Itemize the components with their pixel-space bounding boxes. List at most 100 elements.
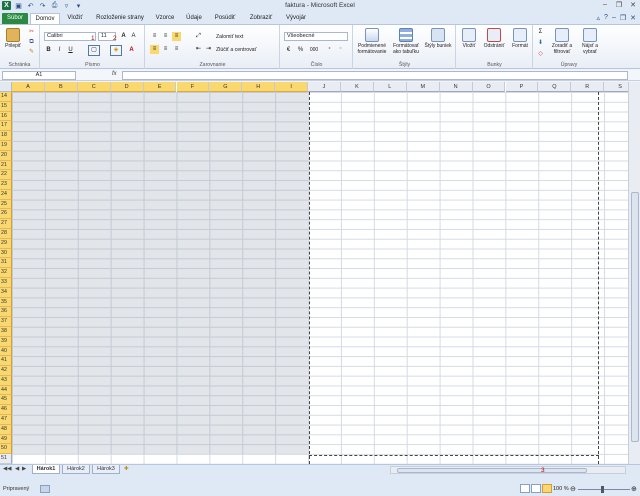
macro-record-icon[interactable] xyxy=(40,485,50,493)
sort-filter-button[interactable]: Zoradiť a filtrovať xyxy=(548,28,576,55)
row-header[interactable]: 28 xyxy=(0,229,12,239)
decrease-decimal-icon[interactable]: ⁻ xyxy=(336,46,345,55)
column-header[interactable]: L xyxy=(373,82,407,92)
column-header[interactable]: I xyxy=(275,82,309,92)
column-header[interactable]: N xyxy=(439,82,473,92)
row-header[interactable]: 39 xyxy=(0,336,12,347)
row-header[interactable]: 38 xyxy=(0,326,12,337)
row-header[interactable]: 37 xyxy=(0,317,12,327)
align-left-icon[interactable]: ≡ xyxy=(150,45,159,54)
next-sheet-icon[interactable]: ▶ xyxy=(22,466,26,472)
row-header[interactable]: 17 xyxy=(0,121,12,132)
row-header[interactable]: 18 xyxy=(0,131,12,141)
maximize-icon[interactable]: ❐ xyxy=(614,1,624,10)
horizontal-scroll-thumb[interactable] xyxy=(397,468,587,473)
sheet-tab[interactable]: Hárok2 xyxy=(62,465,90,474)
copy-icon[interactable]: ⧉ xyxy=(27,38,36,47)
column-header[interactable]: P xyxy=(505,82,539,92)
increase-decimal-icon[interactable]: ⁺ xyxy=(325,46,334,55)
column-header[interactable]: A xyxy=(12,82,45,92)
vertical-scroll-thumb[interactable] xyxy=(631,192,639,442)
help-icon[interactable]: ? xyxy=(604,14,608,22)
row-header[interactable]: 32 xyxy=(0,268,12,278)
row-header[interactable]: 30 xyxy=(0,248,12,259)
zoom-level[interactable]: 100 % xyxy=(553,486,569,492)
zoom-out-icon[interactable]: ⊖ xyxy=(570,485,576,493)
row-header[interactable]: 34 xyxy=(0,287,12,298)
row-header[interactable]: 49 xyxy=(0,434,12,445)
row-header[interactable]: 25 xyxy=(0,199,12,210)
tab-data[interactable]: Údaje xyxy=(182,13,206,24)
align-top-icon[interactable]: ≡ xyxy=(150,32,159,41)
row-header[interactable]: 45 xyxy=(0,395,12,406)
window-restore-icon[interactable]: ❐ xyxy=(620,14,626,22)
column-header[interactable]: C xyxy=(77,82,111,92)
zoom-slider-thumb[interactable] xyxy=(601,486,604,493)
align-center-icon[interactable]: ≡ xyxy=(161,45,170,54)
find-select-button[interactable]: Nájsť a vybrať xyxy=(577,28,603,55)
select-all-button[interactable] xyxy=(0,82,12,92)
row-header[interactable]: 35 xyxy=(0,297,12,308)
currency-icon[interactable]: € xyxy=(284,46,293,55)
format-cells-button[interactable]: Formát xyxy=(509,28,531,49)
row-header[interactable]: 36 xyxy=(0,307,12,318)
row-header[interactable]: 19 xyxy=(0,140,12,151)
row-header[interactable]: 42 xyxy=(0,366,12,376)
first-sheet-icon[interactable]: ◀◀ xyxy=(3,466,11,472)
close-icon[interactable]: ✕ xyxy=(628,1,638,10)
column-header[interactable]: Q xyxy=(538,82,572,92)
minimize-icon[interactable]: – xyxy=(600,1,610,10)
column-header[interactable]: B xyxy=(44,82,78,92)
row-header[interactable]: 24 xyxy=(0,189,12,200)
conditional-formatting-button[interactable]: Podmienené formátovanie xyxy=(356,28,388,55)
column-header[interactable]: F xyxy=(176,82,210,92)
row-header[interactable]: 14 xyxy=(0,92,12,102)
fill-color-icon[interactable]: ◈ xyxy=(110,45,122,56)
row-header[interactable]: 22 xyxy=(0,170,12,181)
autosum-icon[interactable]: Σ xyxy=(536,28,545,37)
row-header[interactable]: 16 xyxy=(0,111,12,122)
tab-insert[interactable]: Vložiť xyxy=(63,13,87,24)
column-header[interactable]: R xyxy=(571,82,605,92)
cell-styles-button[interactable]: Štýly buniek xyxy=(424,28,452,49)
column-header[interactable]: M xyxy=(406,82,440,92)
column-header[interactable]: H xyxy=(242,82,276,92)
tab-view[interactable]: Zobraziť xyxy=(244,13,278,24)
percent-button[interactable]: % xyxy=(296,46,305,55)
decrease-indent-icon[interactable]: ⇤ xyxy=(194,45,203,54)
tab-home[interactable]: Domov xyxy=(30,13,60,24)
tab-review[interactable]: Posúdiť xyxy=(210,13,240,24)
font-name-select[interactable]: Calibri xyxy=(44,32,96,41)
row-header[interactable]: 47 xyxy=(0,415,12,425)
format-painter-icon[interactable]: ✎ xyxy=(27,48,36,57)
vertical-scrollbar[interactable] xyxy=(628,82,640,464)
italic-button[interactable]: I xyxy=(55,46,64,55)
name-box[interactable]: A1 xyxy=(2,71,76,80)
delete-cells-button[interactable]: Odstrániť xyxy=(481,28,507,49)
comma-style-button[interactable]: 000 xyxy=(307,46,321,55)
insert-function-button[interactable]: fx xyxy=(112,71,117,77)
insert-cells-button[interactable]: Vložiť xyxy=(459,28,479,49)
grow-font-icon[interactable]: A xyxy=(119,32,128,41)
align-middle-icon[interactable]: ≡ xyxy=(161,32,170,41)
increase-indent-icon[interactable]: ⇥ xyxy=(204,45,213,54)
normal-view-icon[interactable] xyxy=(520,484,530,493)
shrink-font-icon[interactable]: A xyxy=(129,32,138,41)
horizontal-scrollbar[interactable] xyxy=(390,466,626,474)
row-header[interactable]: 27 xyxy=(0,219,12,230)
column-header[interactable]: D xyxy=(110,82,144,92)
tab-developer[interactable]: Vývojár xyxy=(282,13,310,24)
font-color-icon[interactable]: A xyxy=(127,46,136,55)
zoom-slider[interactable] xyxy=(578,489,630,490)
row-header[interactable]: 43 xyxy=(0,375,12,386)
prev-sheet-icon[interactable]: ◀ xyxy=(15,466,19,472)
row-header[interactable]: 15 xyxy=(0,101,12,112)
tab-page-layout[interactable]: Rozloženie strany xyxy=(92,13,148,24)
ribbon-minimize-icon[interactable]: ▵ xyxy=(597,14,601,22)
clear-icon[interactable]: ◇ xyxy=(536,50,545,59)
row-header[interactable]: 50 xyxy=(0,444,12,455)
orientation-icon[interactable]: ⤢ xyxy=(194,32,203,41)
tab-file[interactable]: Súbor xyxy=(2,13,28,24)
row-header[interactable]: 48 xyxy=(0,424,12,435)
format-as-table-button[interactable]: Formátovať ako tabuľku xyxy=(390,28,422,55)
